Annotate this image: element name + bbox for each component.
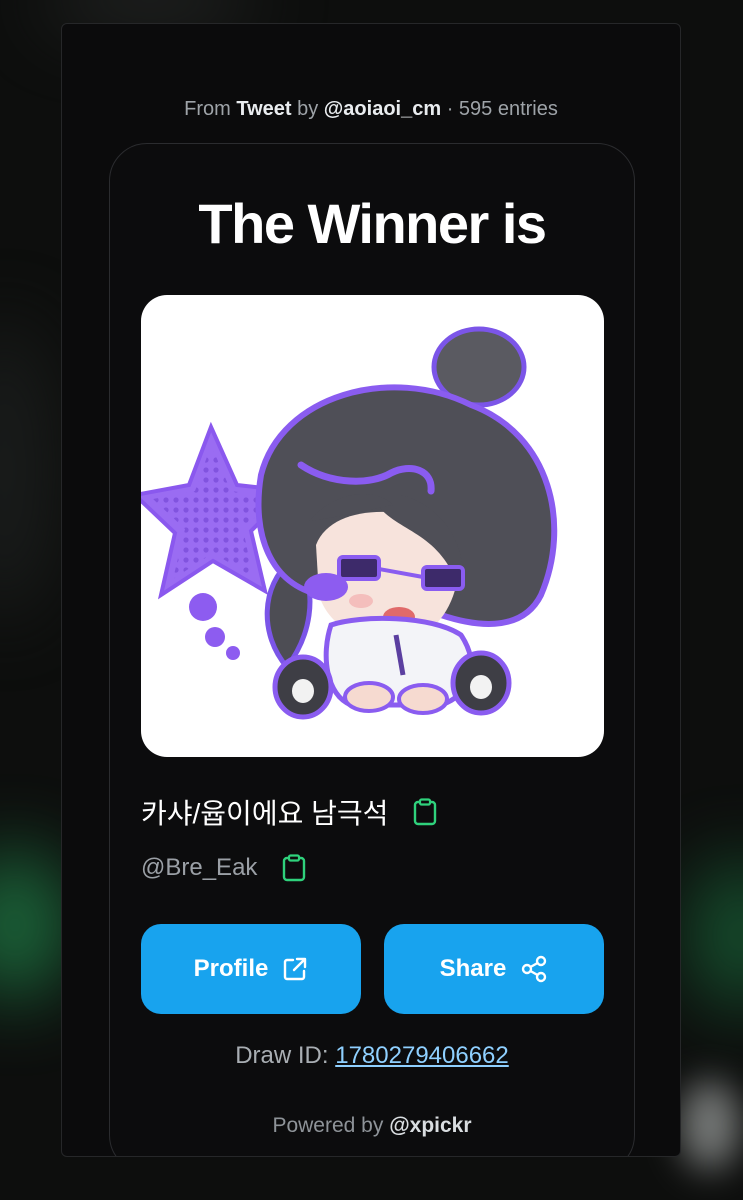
- from-prefix: From: [184, 98, 231, 120]
- result-panel: From Tweet by @aoiaoi_cm · 595 entries T…: [61, 23, 681, 1157]
- powered-prefix: Powered by: [272, 1114, 384, 1137]
- user-handle: @Bre_Eak: [141, 854, 258, 881]
- source-name: Tweet: [236, 98, 292, 120]
- share-button-label: Share: [439, 955, 507, 982]
- draw-id-label: Draw ID:: [235, 1042, 329, 1069]
- display-name: 카샤/윱이에요 남극석: [141, 798, 389, 829]
- brand-link[interactable]: @xpickr: [389, 1114, 471, 1137]
- draw-id-link[interactable]: 1780279406662: [335, 1042, 509, 1069]
- copy-name-button[interactable]: [410, 797, 440, 827]
- source-line: From Tweet by @aoiaoi_cm · 595 entries: [62, 98, 680, 121]
- by-text: by: [297, 98, 319, 120]
- copy-handle-button[interactable]: [279, 853, 309, 883]
- profile-button-label: Profile: [193, 955, 269, 982]
- winner-title: The Winner is: [198, 192, 547, 255]
- avatar-illustration: [141, 326, 558, 720]
- winner-avatar: [141, 295, 604, 757]
- entries-count: 595 entries: [458, 98, 558, 120]
- clipboard-icon: [283, 854, 306, 882]
- powered-by: Powered by @xpickr: [110, 1114, 634, 1138]
- share-button[interactable]: Share: [384, 924, 604, 1014]
- share-icon: [522, 955, 547, 983]
- profile-button[interactable]: Profile: [141, 924, 361, 1014]
- clipboard-icon: [414, 798, 437, 826]
- handle-row: @Bre_Eak: [141, 850, 309, 886]
- separator: ·: [446, 98, 454, 120]
- display-name-row: 카샤/윱이에요 남극석: [141, 794, 440, 830]
- winner-card: The Winner is 카샤/윱이에요 남극석 @Bre_Eak Profi…: [109, 143, 635, 1156]
- external-link-icon: [284, 957, 307, 981]
- draw-id-row: Draw ID: 1780279406662: [110, 1042, 634, 1070]
- author-handle: @aoiaoi_cm: [323, 98, 442, 120]
